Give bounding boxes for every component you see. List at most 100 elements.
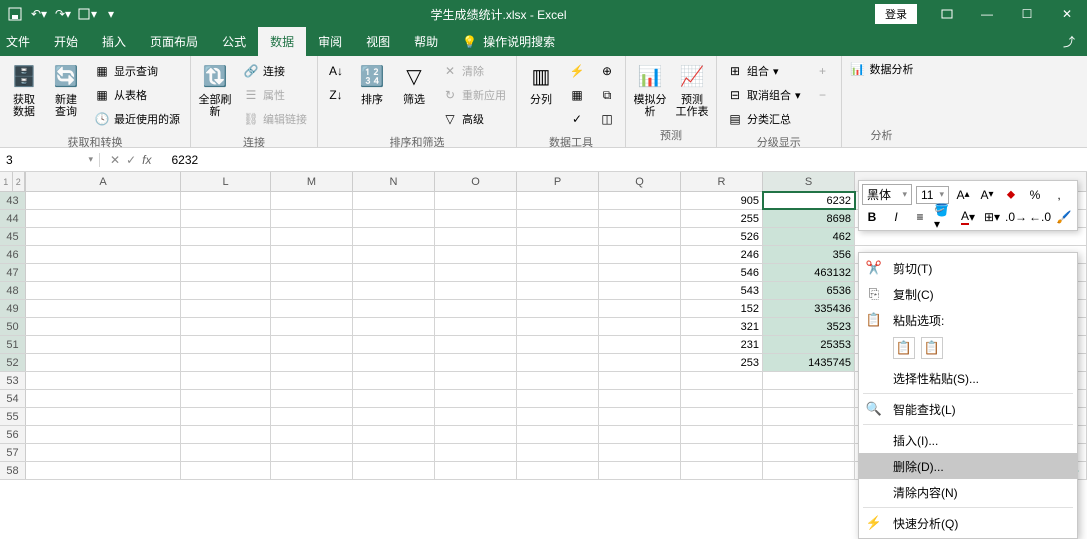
cell[interactable]: [599, 408, 681, 425]
cell[interactable]: [517, 282, 599, 299]
cell[interactable]: [435, 210, 517, 227]
cell[interactable]: 246: [681, 246, 763, 263]
ctx-clear-contents[interactable]: 清除内容(N): [859, 479, 1077, 505]
comma-icon[interactable]: ,: [1049, 185, 1069, 205]
cell[interactable]: [435, 408, 517, 425]
cell[interactable]: 152: [681, 300, 763, 317]
cell[interactable]: 356: [763, 246, 855, 263]
ctx-paste-special[interactable]: 选择性粘贴(S)...: [859, 365, 1077, 391]
cell[interactable]: [517, 408, 599, 425]
group-button[interactable]: ⊞组合 ▾: [723, 60, 805, 82]
row-header[interactable]: 44: [0, 210, 26, 227]
cell[interactable]: [763, 426, 855, 443]
cell[interactable]: [26, 426, 181, 443]
clear-filter-button[interactable]: ✕清除: [438, 60, 510, 82]
ribbon-display-icon[interactable]: [927, 0, 967, 28]
refresh-all-button[interactable]: 🔃全部刷新: [195, 58, 235, 120]
cell[interactable]: [599, 210, 681, 227]
cell[interactable]: [181, 444, 271, 461]
cell[interactable]: 463132: [763, 264, 855, 281]
cell[interactable]: [353, 282, 435, 299]
accept-formula-icon[interactable]: ✓: [126, 153, 136, 167]
cell[interactable]: [271, 408, 353, 425]
cell[interactable]: [763, 408, 855, 425]
cell[interactable]: [435, 228, 517, 245]
cell[interactable]: [353, 228, 435, 245]
remove-duplicates-button[interactable]: ▦: [565, 84, 589, 106]
cell[interactable]: [271, 372, 353, 389]
cell[interactable]: [271, 318, 353, 335]
row-header[interactable]: 45: [0, 228, 26, 245]
row-header[interactable]: 51: [0, 336, 26, 353]
cell[interactable]: [26, 354, 181, 371]
cell[interactable]: 6232: [763, 192, 855, 209]
cell[interactable]: 8698: [763, 210, 855, 227]
cell[interactable]: [517, 372, 599, 389]
cell[interactable]: [353, 390, 435, 407]
cell[interactable]: [681, 444, 763, 461]
row-header[interactable]: 50: [0, 318, 26, 335]
decrease-decimal-icon[interactable]: ←.0: [1030, 207, 1050, 227]
cell[interactable]: [599, 426, 681, 443]
paste-values-icon[interactable]: 📋: [921, 337, 943, 359]
data-validation-button[interactable]: ✓: [565, 108, 589, 130]
cell[interactable]: [599, 336, 681, 353]
cell[interactable]: [599, 228, 681, 245]
cell[interactable]: [353, 336, 435, 353]
show-detail-button[interactable]: +: [811, 60, 835, 82]
column-header-N[interactable]: N: [353, 172, 435, 191]
cell[interactable]: [517, 444, 599, 461]
show-queries-button[interactable]: ▦显示查询: [90, 60, 184, 82]
row-header[interactable]: 56: [0, 426, 26, 443]
cell[interactable]: 462: [763, 228, 855, 245]
cell[interactable]: [271, 426, 353, 443]
qat-customize-icon[interactable]: ▾: [100, 3, 122, 25]
cell[interactable]: [599, 264, 681, 281]
cell[interactable]: [181, 408, 271, 425]
minimize-icon[interactable]: —: [967, 0, 1007, 28]
cell[interactable]: [353, 462, 435, 479]
cell[interactable]: [181, 264, 271, 281]
cell[interactable]: 526: [681, 228, 763, 245]
tab-formulas[interactable]: 公式: [210, 27, 258, 56]
cell[interactable]: [271, 462, 353, 479]
cell[interactable]: [599, 462, 681, 479]
close-icon[interactable]: ✕: [1047, 0, 1087, 28]
cell[interactable]: [681, 408, 763, 425]
cell[interactable]: [353, 426, 435, 443]
cell[interactable]: [517, 228, 599, 245]
cell[interactable]: [435, 426, 517, 443]
cell[interactable]: [517, 192, 599, 209]
cell[interactable]: [353, 210, 435, 227]
cell[interactable]: [681, 390, 763, 407]
increase-decimal-icon[interactable]: .0→: [1006, 207, 1026, 227]
column-header-M[interactable]: M: [271, 172, 353, 191]
cell[interactable]: [435, 444, 517, 461]
cell[interactable]: [435, 246, 517, 263]
cell[interactable]: 3523: [763, 318, 855, 335]
cell[interactable]: [353, 264, 435, 281]
recent-sources-button[interactable]: 🕓最近使用的源: [90, 108, 184, 130]
from-table-button[interactable]: ▦从表格: [90, 84, 184, 106]
tab-review[interactable]: 审阅: [306, 27, 354, 56]
subtotal-button[interactable]: ▤分类汇总: [723, 108, 805, 130]
row-header[interactable]: 43: [0, 192, 26, 209]
cell[interactable]: [435, 462, 517, 479]
cell[interactable]: 255: [681, 210, 763, 227]
column-header-R[interactable]: R: [681, 172, 763, 191]
cell[interactable]: 321: [681, 318, 763, 335]
ctx-insert[interactable]: 插入(I)...: [859, 427, 1077, 453]
cell[interactable]: [599, 390, 681, 407]
cell[interactable]: [353, 408, 435, 425]
formula-input[interactable]: 6232: [161, 153, 208, 167]
cell[interactable]: [181, 246, 271, 263]
row-header[interactable]: 57: [0, 444, 26, 461]
select-all-corner[interactable]: 12: [0, 172, 26, 191]
cell[interactable]: [353, 354, 435, 371]
cell[interactable]: [353, 318, 435, 335]
row-header[interactable]: 55: [0, 408, 26, 425]
cell[interactable]: [271, 336, 353, 353]
cell[interactable]: [181, 336, 271, 353]
cell[interactable]: [271, 228, 353, 245]
cell[interactable]: [681, 462, 763, 479]
